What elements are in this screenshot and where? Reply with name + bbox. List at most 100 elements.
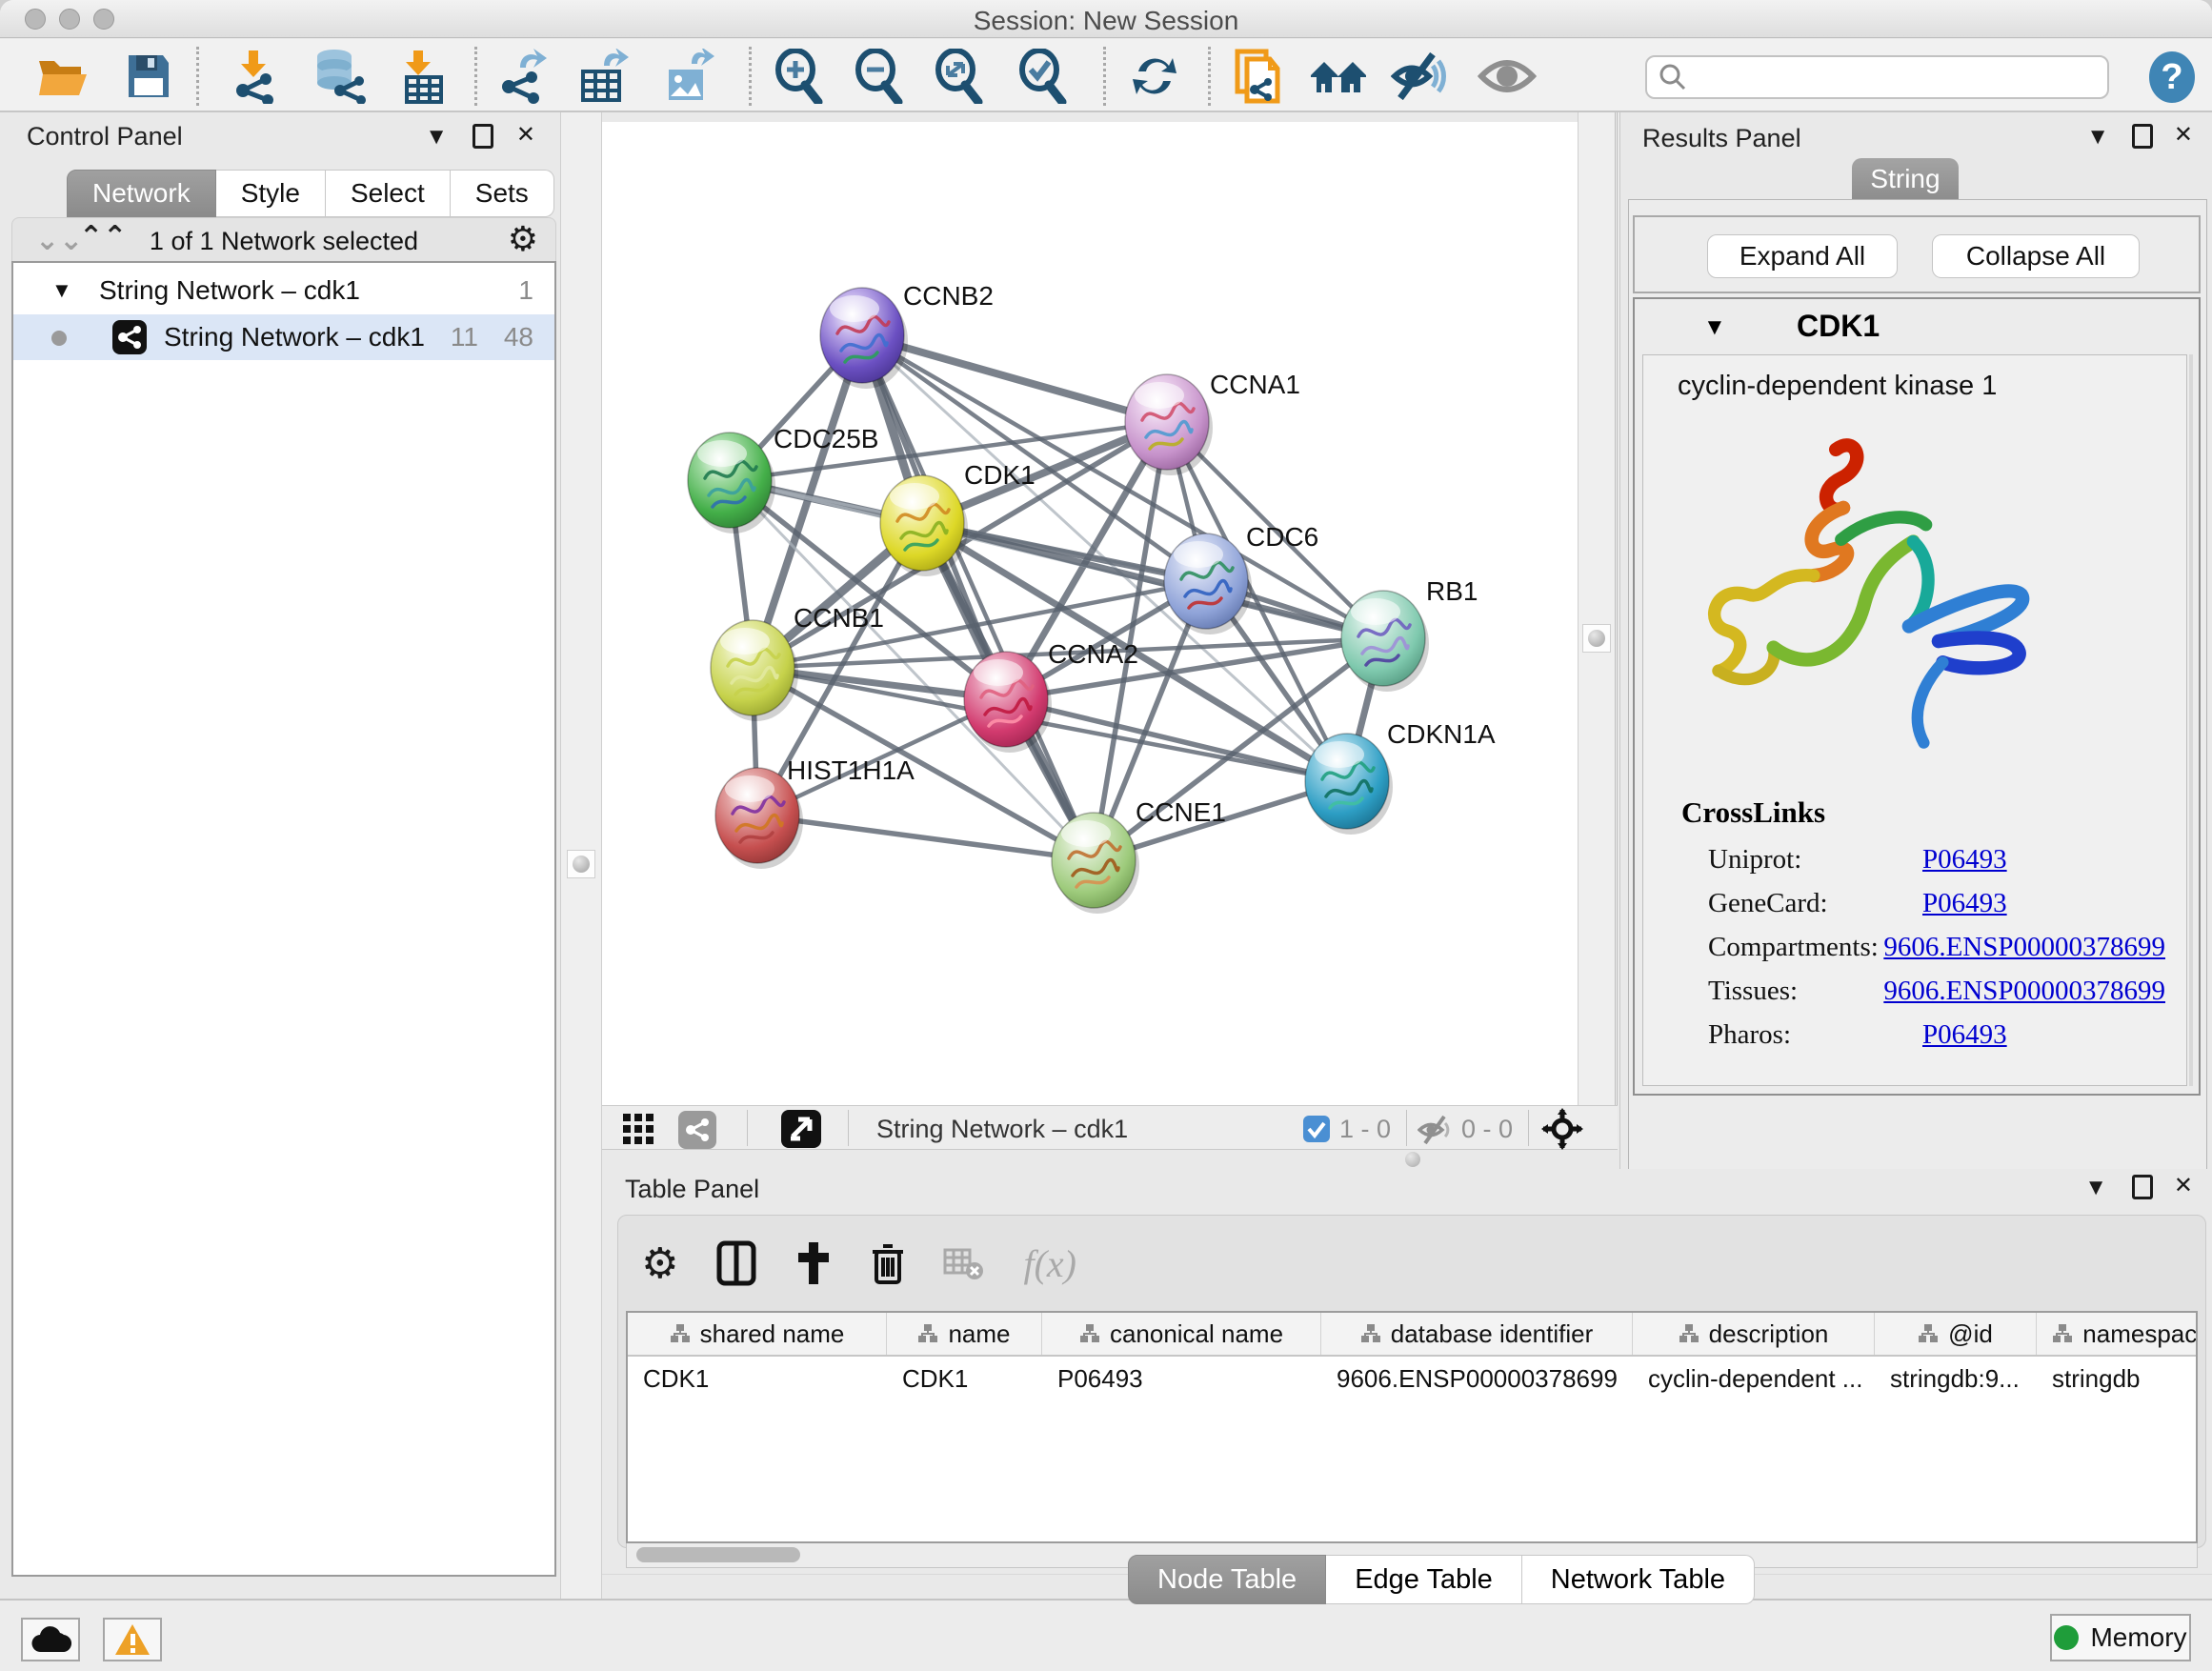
warnings-button[interactable] <box>103 1618 162 1661</box>
horizontal-splitter-handle[interactable] <box>1405 1152 1420 1167</box>
results-scrollbar[interactable] <box>2189 354 2193 1086</box>
network-node-CDKN1A[interactable]: CDKN1A <box>1305 719 1496 835</box>
show-all-button[interactable] <box>1309 49 1370 104</box>
table-cell[interactable]: CDK1 <box>887 1357 1042 1400</box>
network-node-CDC25B[interactable]: CDC25B <box>688 424 878 534</box>
memory-button[interactable]: Memory <box>2050 1614 2191 1661</box>
column-header-shared-name[interactable]: shared name <box>628 1313 887 1355</box>
crosslink-label: Pharos: <box>1708 1019 1922 1051</box>
cloud-status-button[interactable] <box>21 1618 80 1661</box>
table-panel-close-button[interactable]: ✕ <box>2174 1175 2193 1198</box>
tab-network-table[interactable]: Network Table <box>1522 1555 1755 1604</box>
node-table[interactable]: shared namenamecanonical namedatabase id… <box>626 1311 2198 1543</box>
zoom-fit-button[interactable] <box>928 49 989 104</box>
table-cell[interactable]: cyclin-dependent ... <box>1633 1357 1875 1400</box>
open-session-button[interactable] <box>32 49 93 104</box>
first-neighbors-button[interactable] <box>1229 49 1290 104</box>
control-panel-close-button[interactable]: ✕ <box>516 124 535 147</box>
network-node-CCNA1[interactable]: CCNA1 <box>1125 370 1300 475</box>
search-input[interactable] <box>1687 63 2087 92</box>
left-splitter-collapse-button[interactable] <box>567 850 595 878</box>
tree-expand-caret-icon[interactable]: ▼ <box>51 278 72 303</box>
crosslink-link[interactable]: 9606.ENSP00000378699 <box>1883 932 2165 963</box>
expand-all-button[interactable]: Expand All <box>1707 234 1898 278</box>
table-panel-float-button[interactable]: ▼ <box>2084 1177 2107 1199</box>
column-header--id[interactable]: @id <box>1875 1313 2037 1355</box>
network-node-HIST1H1A[interactable]: HIST1H1A <box>715 755 915 869</box>
export-network-button[interactable] <box>492 49 553 104</box>
results-tab-string[interactable]: String <box>1852 158 1959 200</box>
column-header-description[interactable]: description <box>1633 1313 1875 1355</box>
column-header-name[interactable]: name <box>887 1313 1042 1355</box>
detach-view-button[interactable] <box>781 1110 821 1148</box>
tab-sets[interactable]: Sets <box>451 170 554 217</box>
network-options-gear-icon[interactable]: ⚙ <box>508 220 538 259</box>
network-node-RB1[interactable]: RB1 <box>1341 576 1478 692</box>
table-cell[interactable]: stringdb:9... <box>1875 1357 2037 1400</box>
import-network-database-button[interactable] <box>309 49 370 104</box>
right-splitter-collapse-button[interactable] <box>1582 624 1611 653</box>
control-panel-float-button[interactable]: ▼ <box>425 126 448 149</box>
table-options-gear-icon[interactable]: ⚙ <box>641 1239 678 1288</box>
network-collection-row[interactable]: ▼ String Network – cdk1 1 <box>13 271 554 312</box>
table-cell[interactable]: P06493 <box>1042 1357 1321 1400</box>
delete-column-trash-icon[interactable] <box>871 1240 905 1286</box>
table-row[interactable]: CDK1CDK1P064939606.ENSP00000378699cyclin… <box>628 1357 2196 1400</box>
crosslink-link[interactable]: P06493 <box>1922 888 2007 919</box>
import-table-file-button[interactable] <box>392 49 453 104</box>
tab-select[interactable]: Select <box>326 170 451 217</box>
refresh-button[interactable] <box>1124 49 1185 104</box>
gene-section-header[interactable]: ▼ CDK1 <box>1635 299 2199 352</box>
column-header-namespace[interactable]: namespace <box>2037 1313 2198 1355</box>
network-edge-HIST1H1A-CCNE1[interactable] <box>757 815 1094 860</box>
hide-selected-button[interactable] <box>1389 49 1450 104</box>
right-splitter[interactable] <box>1578 112 1618 1149</box>
crosslink-link[interactable]: 9606.ENSP00000378699 <box>1883 976 2165 1007</box>
zoom-selected-button[interactable] <box>1012 49 1073 104</box>
network-icon <box>112 320 147 354</box>
function-builder-icon[interactable]: f(x) <box>1023 1241 1076 1286</box>
delete-table-icon[interactable] <box>943 1244 985 1282</box>
tab-node-table[interactable]: Node Table <box>1128 1555 1326 1604</box>
column-header-database-identifier[interactable]: database identifier <box>1321 1313 1633 1355</box>
tab-style[interactable]: Style <box>216 170 326 217</box>
show-eye-button[interactable] <box>1477 49 1538 104</box>
table-cell[interactable]: 9606.ENSP00000378699 <box>1321 1357 1633 1400</box>
add-column-icon[interactable] <box>794 1240 833 1286</box>
zoom-out-button[interactable] <box>848 49 909 104</box>
network-row-selected[interactable]: String Network – cdk1 11 48 <box>13 314 554 360</box>
left-splitter[interactable] <box>560 112 602 1599</box>
search-field[interactable] <box>1645 55 2109 99</box>
gene-collapse-caret-icon[interactable]: ▼ <box>1703 314 1726 341</box>
crosslink-link[interactable]: P06493 <box>1922 844 2007 876</box>
import-network-file-button[interactable] <box>225 49 286 104</box>
results-panel-close-button[interactable]: ✕ <box>2174 124 2193 147</box>
network-node-CCNB2[interactable]: CCNB2 <box>820 281 994 389</box>
control-panel-undock-button[interactable] <box>473 124 493 149</box>
birds-eye-view-button[interactable] <box>623 1114 655 1151</box>
zoom-in-button[interactable] <box>768 49 829 104</box>
tab-edge-table[interactable]: Edge Table <box>1326 1555 1522 1604</box>
network-canvas[interactable]: CCNB2CCNA1CDC25BCDK1CDC6RB1CCNB1CCNA2CDK… <box>602 122 1578 1105</box>
crosslink-link[interactable]: P06493 <box>1922 1019 2007 1051</box>
export-image-button[interactable] <box>659 49 720 104</box>
collapse-all-button[interactable]: Collapse All <box>1932 234 2140 278</box>
results-panel-undock-button[interactable] <box>2132 124 2153 149</box>
export-table-button[interactable] <box>573 49 634 104</box>
save-session-button[interactable] <box>118 49 179 104</box>
selected-nodes-checkbox-icon[interactable] <box>1303 1116 1330 1142</box>
help-button[interactable]: ? <box>2147 50 2197 104</box>
results-panel-float-button[interactable]: ▼ <box>2086 126 2109 149</box>
memory-label: Memory <box>2090 1622 2186 1653</box>
tab-network[interactable]: Network <box>67 170 216 217</box>
table-scrollbar-thumb[interactable] <box>636 1547 800 1562</box>
show-columns-icon[interactable] <box>716 1240 756 1286</box>
network-node-CCNE1[interactable]: CCNE1 <box>1052 797 1226 914</box>
network-overview-button[interactable] <box>678 1111 716 1149</box>
table-panel-undock-button[interactable] <box>2132 1175 2153 1199</box>
column-header-canonical-name[interactable]: canonical name <box>1042 1313 1321 1355</box>
table-cell[interactable]: stringdb <box>2037 1357 2198 1400</box>
table-cell[interactable]: CDK1 <box>628 1357 887 1400</box>
pan-mode-button[interactable] <box>1541 1108 1583 1155</box>
network-selection-bar: ⌄⌄ ⌃⌃ 1 of 1 Network selected ⚙ <box>11 217 556 261</box>
